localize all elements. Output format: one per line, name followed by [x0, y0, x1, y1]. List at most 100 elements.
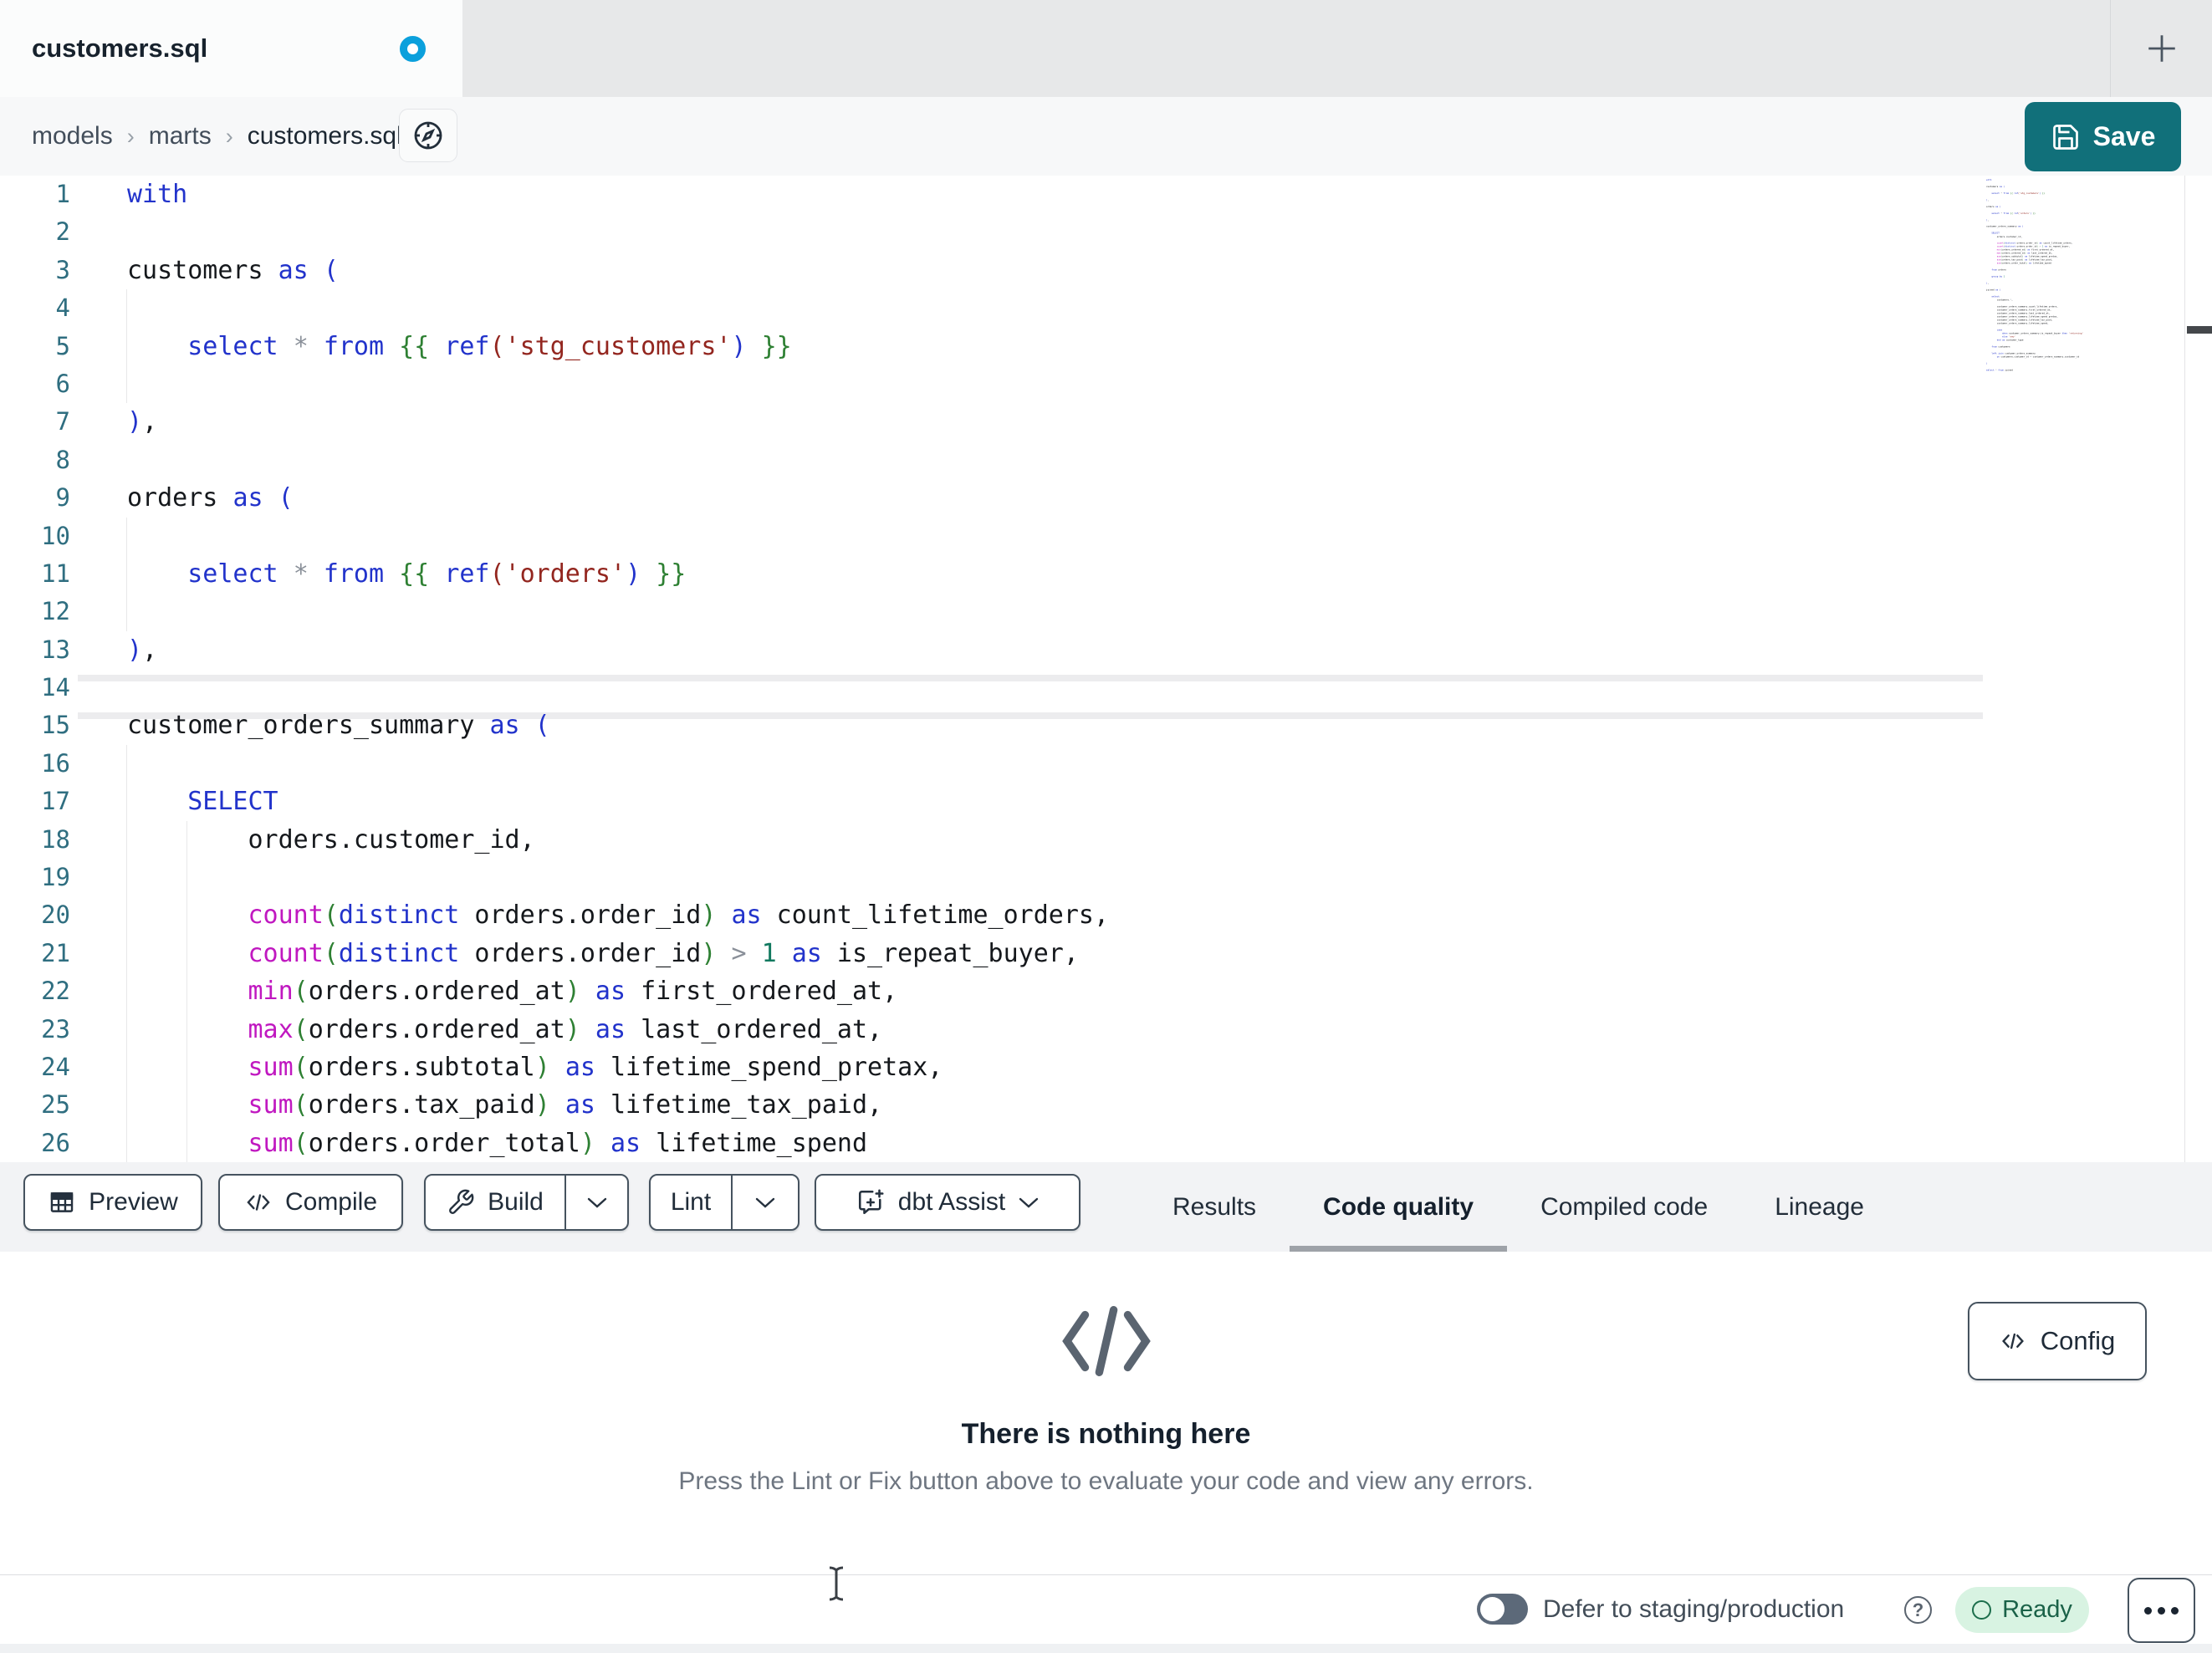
- lint-button[interactable]: Lint: [651, 1176, 731, 1229]
- line-number: 5: [55, 331, 70, 360]
- dbt-assist-button[interactable]: dbt Assist: [815, 1174, 1080, 1231]
- code-line-15[interactable]: 15 customer_orders_summary as (: [0, 707, 2212, 744]
- defer-label: Defer to staging/production: [1543, 1595, 1845, 1623]
- ellipsis-icon: [2144, 1606, 2152, 1615]
- line-number: 9: [55, 483, 70, 513]
- compile-button[interactable]: Compile: [218, 1174, 403, 1231]
- code-line-13[interactable]: 13),: [0, 631, 2212, 669]
- code-line-7[interactable]: 7),: [0, 403, 2212, 441]
- save-button[interactable]: Save: [2025, 102, 2181, 171]
- code-icon: [2001, 1333, 2024, 1349]
- breadcrumb-separator: ›: [126, 123, 135, 149]
- code-line-25[interactable]: 25 sum(orders.tax_paid) as lifetime_tax_…: [0, 1086, 2212, 1125]
- line-number: 6: [55, 369, 70, 398]
- code-line-21[interactable]: 21 count(distinct orders.order_id) > 1 a…: [0, 934, 2212, 973]
- code-line-4[interactable]: 4: [0, 289, 2212, 328]
- lint-dropdown-button[interactable]: [731, 1176, 798, 1229]
- line-number: 12: [41, 597, 70, 626]
- scrollbar-thumb[interactable]: [2187, 326, 2212, 334]
- line-number: 11: [41, 559, 70, 588]
- tab-code-quality[interactable]: Code quality: [1290, 1162, 1508, 1252]
- code-line-1[interactable]: 1 with: [0, 176, 2212, 213]
- line-number: 16: [41, 748, 70, 778]
- code-line-8[interactable]: 8: [0, 441, 2212, 479]
- code-line-22[interactable]: 22 min(orders.ordered_at) as first_order…: [0, 972, 2212, 1011]
- line-number: 22: [41, 977, 70, 1006]
- breadcrumb-row: models › marts › customers.sql Save: [0, 97, 2212, 176]
- line-number: 10: [41, 521, 70, 550]
- build-dropdown-button[interactable]: [564, 1176, 627, 1229]
- editor-scrollbar[interactable]: [2184, 176, 2212, 1162]
- line-number: 15: [41, 711, 70, 740]
- code-line-19[interactable]: 19: [0, 859, 2212, 897]
- file-tab-customers-sql[interactable]: customers.sql: [0, 0, 462, 97]
- tab-bar: customers.sql: [0, 0, 2212, 97]
- breadcrumb: models › marts › customers.sql: [32, 97, 402, 176]
- compass-icon: [414, 121, 442, 150]
- code-quality-panel: There is nothing here Press the Lint or …: [0, 1252, 2212, 1575]
- toggle-knob: [1480, 1597, 1504, 1621]
- results-panel-tabs: Results Code quality Compiled code Lineage: [1172, 1162, 1864, 1252]
- explore-lineage-button[interactable]: [399, 109, 457, 162]
- code-line-24[interactable]: 24 sum(orders.subtotal) as lifetime_spen…: [0, 1048, 2212, 1087]
- tab-lineage[interactable]: Lineage: [1775, 1162, 1864, 1252]
- line-number: 21: [41, 938, 70, 967]
- line-number: 26: [41, 1128, 70, 1157]
- minimap[interactable]: with customers as ( select * from {{ ref(…: [1986, 178, 2130, 385]
- breadcrumb-item-models[interactable]: models: [32, 122, 113, 151]
- new-tab-button[interactable]: [2133, 20, 2191, 77]
- code-line-17[interactable]: 17 SELECT: [0, 783, 2212, 821]
- build-button[interactable]: Build: [426, 1176, 564, 1229]
- tab-results[interactable]: Results: [1172, 1162, 1256, 1252]
- line-number: 20: [41, 900, 70, 930]
- more-options-button[interactable]: [2128, 1578, 2195, 1643]
- window-edge: [0, 1644, 2212, 1653]
- code-line-16[interactable]: 16: [0, 744, 2212, 783]
- unsaved-changes-icon: [400, 35, 426, 62]
- code-lines[interactable]: 1 with 2 3 customers as ( 4 5 select * from {{…: [0, 176, 2212, 1162]
- tab-compiled-code[interactable]: Compiled code: [1540, 1162, 1708, 1252]
- defer-toggle[interactable]: [1477, 1594, 1528, 1625]
- breadcrumb-item-marts[interactable]: marts: [149, 122, 212, 151]
- code-editor[interactable]: 1 with 2 3 customers as ( 4 5 select * from {{…: [0, 176, 2212, 1162]
- code-line-23[interactable]: 23 max(orders.ordered_at) as last_ordere…: [0, 1010, 2212, 1048]
- code-line-3[interactable]: 3 customers as (: [0, 252, 2212, 289]
- save-button-label: Save: [2092, 121, 2156, 151]
- tabbar-divider: [2110, 0, 2111, 97]
- plus-icon: [2148, 35, 2175, 62]
- preview-button[interactable]: Preview: [23, 1174, 202, 1231]
- compile-button-label: Compile: [284, 1188, 378, 1216]
- status-circle-icon: [1972, 1600, 1992, 1620]
- lint-button-group: Lint: [649, 1174, 799, 1231]
- line-number: 8: [55, 445, 70, 474]
- code-line-9[interactable]: 9 orders as (: [0, 479, 2212, 517]
- breadcrumb-separator: ›: [225, 123, 233, 149]
- chat-sparkle-icon: [858, 1189, 884, 1215]
- build-button-label: Build: [488, 1188, 544, 1216]
- code-line-10[interactable]: 10: [0, 517, 2212, 555]
- code-line-6[interactable]: 6: [0, 365, 2212, 404]
- help-icon[interactable]: ?: [1904, 1596, 1932, 1624]
- line-number: 17: [41, 787, 70, 816]
- code-line-11[interactable]: 11 select * from {{ ref('orders') }}: [0, 554, 2212, 594]
- editor-toolbar: Preview Compile Build Lint dbt Assist Re…: [0, 1162, 2212, 1252]
- code-line-20[interactable]: 20 count(distinct orders.order_id) as co…: [0, 896, 2212, 935]
- chevron-down-icon: [587, 1197, 606, 1208]
- code-line-18[interactable]: 18 orders.customer_id,: [0, 820, 2212, 860]
- code-icon: [247, 1194, 270, 1211]
- code-line-26[interactable]: 26 sum(orders.order_total) as lifetime_s…: [0, 1124, 2212, 1162]
- table-icon: [50, 1192, 74, 1212]
- code-icon: [1061, 1306, 1151, 1376]
- line-number: 14: [41, 673, 70, 702]
- lint-button-label: Lint: [670, 1188, 712, 1216]
- code-line-14[interactable]: 14: [0, 669, 2212, 707]
- breadcrumb-item-customers-sql[interactable]: customers.sql: [248, 122, 402, 151]
- config-button-label: Config: [2040, 1326, 2116, 1355]
- code-line-2[interactable]: 2: [0, 213, 2212, 251]
- line-number: 18: [41, 824, 70, 854]
- line-number: 4: [55, 293, 70, 323]
- dbt-assist-button-label: dbt Assist: [897, 1188, 1006, 1216]
- code-line-5[interactable]: 5 select * from {{ ref('stg_customers') …: [0, 327, 2212, 365]
- config-button[interactable]: Config: [1968, 1302, 2147, 1380]
- code-line-12[interactable]: 12: [0, 593, 2212, 631]
